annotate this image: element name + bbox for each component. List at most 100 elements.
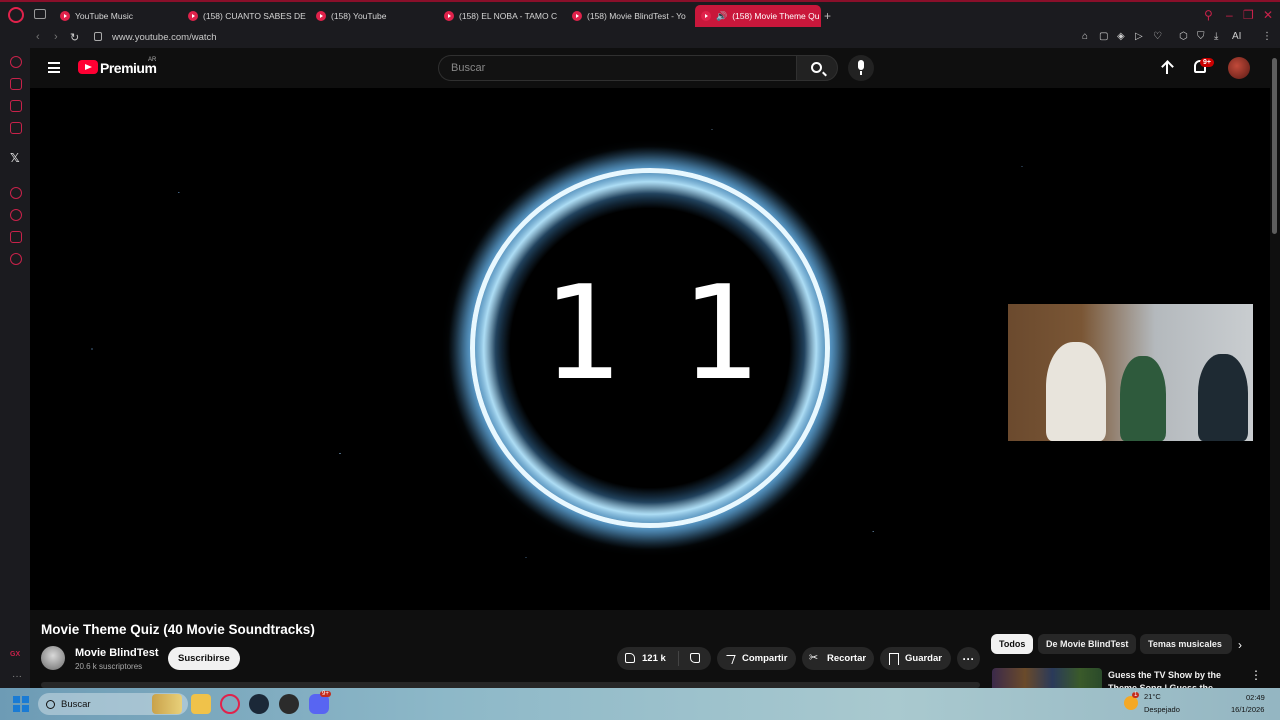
extensions-icon[interactable]: ⬡ (1179, 31, 1188, 42)
tab-cuanto-sabes[interactable]: (158) CUANTO SABES DE (182, 5, 310, 27)
youtube-favicon-icon (188, 11, 198, 21)
close-window-icon[interactable]: ✕ (1263, 8, 1273, 22)
share-button[interactable]: Compartir (717, 647, 796, 670)
heart-icon[interactable]: ♡ (1153, 31, 1162, 42)
discord-icon[interactable] (309, 694, 329, 714)
history-icon[interactable] (10, 209, 22, 221)
thumbs-down-icon (689, 653, 701, 664)
aria-icon[interactable] (10, 56, 22, 68)
person-1 (1046, 342, 1106, 441)
tab-youtube[interactable]: (158) YouTube (310, 5, 438, 27)
twitch-icon[interactable] (10, 122, 22, 134)
youtube-favicon-icon (60, 11, 70, 21)
clip-button[interactable]: Recortar (802, 647, 874, 670)
tab-label: YouTube Music (75, 11, 133, 21)
like-button[interactable]: 121 k (617, 651, 679, 666)
url-field[interactable]: www.youtube.com/watch (112, 32, 217, 43)
x-twitter-icon[interactable]: 𝕏 (10, 151, 20, 165)
tab-youtube-music[interactable]: YouTube Music (54, 5, 182, 27)
aria-ai-button[interactable]: AI (1232, 31, 1241, 42)
chevron-right-icon[interactable]: › (1238, 638, 1242, 652)
tab-label: (158) Movie Theme Qu (732, 11, 820, 21)
settings-gear-icon[interactable] (10, 253, 22, 265)
chip-from-channel[interactable]: De Movie BlindTest (1038, 634, 1137, 654)
clock-date[interactable]: 16/1/2026 (1231, 705, 1264, 714)
hamburger-menu-icon[interactable] (48, 62, 60, 73)
messenger-icon[interactable] (10, 100, 22, 112)
share-label: Compartir (742, 653, 788, 664)
opera-gx-taskbar-icon[interactable] (220, 694, 240, 714)
bookmark-pin-icon[interactable]: ⌂ (1082, 31, 1088, 42)
lock-icon[interactable] (94, 32, 102, 41)
file-explorer-icon[interactable] (191, 694, 211, 714)
player-icon[interactable]: ▷ (1135, 31, 1143, 42)
person-2 (1120, 356, 1166, 441)
weather-temperature[interactable]: 21°C (1144, 692, 1161, 701)
sidebar-more-icon[interactable]: ··· (12, 671, 22, 682)
weather-description[interactable]: Despejado (1144, 705, 1180, 714)
country-code: AR (148, 57, 157, 63)
channel-name[interactable]: Movie BlindTest (75, 647, 159, 659)
speaker-icon[interactable]: 🔊 (716, 11, 727, 22)
more-actions-button[interactable]: ··· (957, 647, 980, 670)
tab-island-icon[interactable] (34, 9, 46, 19)
recommendation-thumbnail[interactable] (992, 668, 1102, 690)
save-button[interactable]: Guardar (880, 647, 951, 670)
forward-icon[interactable]: › (54, 31, 58, 43)
crypto-wallet-icon[interactable] (10, 78, 22, 90)
chip-music-themes[interactable]: Temas musicales (1140, 634, 1232, 654)
channel-avatar[interactable] (41, 646, 65, 670)
tab-movie-theme-quiz[interactable]: 🔊 (158) Movie Theme Qu (695, 5, 821, 27)
account-avatar[interactable] (1228, 57, 1250, 79)
gx-logo-icon[interactable]: GX (10, 651, 20, 658)
recommendation-title[interactable]: Guess the TV Show by the Theme Song | Gu… (1108, 669, 1238, 689)
search-highlight-icon[interactable] (152, 694, 182, 714)
tab-label: (158) Movie BlindTest - Yo (587, 11, 686, 21)
dislike-button[interactable] (679, 653, 711, 664)
obs-icon[interactable] (279, 694, 299, 714)
voice-search-icon[interactable] (848, 55, 874, 81)
subscribe-button[interactable]: Suscribirse (168, 647, 240, 670)
shield-icon[interactable]: ◈ (1117, 31, 1125, 42)
reload-icon[interactable]: ↻ (70, 31, 79, 44)
webcam-overlay (1008, 304, 1253, 441)
countdown-number: 11 (541, 257, 819, 409)
snapshot-icon[interactable]: ▢ (1099, 31, 1108, 42)
tab-label: (158) EL NOBA - TAMO C (459, 11, 558, 21)
scrollbar-thumb[interactable] (1272, 58, 1277, 234)
clock-time[interactable]: 02:49 (1246, 693, 1265, 702)
address-bar: ‹ › ↻ www.youtube.com/watch ⌂ ▢ ◈ ▷ ♡ ⬡ … (0, 28, 1280, 48)
tab-movie-blindtest[interactable]: (158) Movie BlindTest - Yo (566, 5, 694, 27)
share-icon (725, 653, 736, 664)
download-icon[interactable]: ⤓ (1214, 31, 1218, 42)
pinboard-icon[interactable] (10, 231, 22, 243)
youtube-logo-icon[interactable] (78, 60, 98, 74)
youtube-favicon-icon (444, 11, 454, 21)
search-tabs-icon[interactable]: ⚲ (1204, 8, 1213, 22)
opera-logo-icon[interactable] (8, 7, 24, 23)
notifications-badge: 9+ (1200, 58, 1214, 67)
wallet-icon[interactable]: ⛉ (1197, 31, 1205, 42)
create-upload-icon[interactable] (1160, 60, 1174, 76)
clip-label: Recortar (827, 653, 867, 664)
search-icon (46, 699, 55, 709)
maximize-icon[interactable]: ❐ (1243, 8, 1254, 22)
player-sidebar-icon[interactable] (10, 187, 22, 199)
menu-icon[interactable]: ⋮ (1262, 31, 1272, 42)
chip-all[interactable]: Todos (991, 634, 1034, 654)
youtube-header: Premium AR 9+ (30, 48, 1270, 88)
recommendation-more-icon[interactable]: ⋮ (1250, 668, 1262, 682)
ai-label: AI (1232, 31, 1242, 42)
search-input[interactable] (439, 56, 796, 80)
minimize-icon[interactable]: – (1226, 8, 1233, 22)
tab-el-noba[interactable]: (158) EL NOBA - TAMO C (438, 5, 566, 27)
back-icon[interactable]: ‹ (36, 31, 40, 43)
steam-icon[interactable] (249, 694, 269, 714)
windows-start-icon[interactable] (13, 696, 29, 712)
bookmark-icon (888, 653, 899, 665)
search-icon (811, 62, 822, 73)
like-dislike-group: 121 k (617, 647, 711, 670)
new-tab-button[interactable]: + (824, 10, 831, 22)
weather-sun-icon[interactable] (1124, 696, 1138, 710)
search-button[interactable] (796, 55, 838, 81)
